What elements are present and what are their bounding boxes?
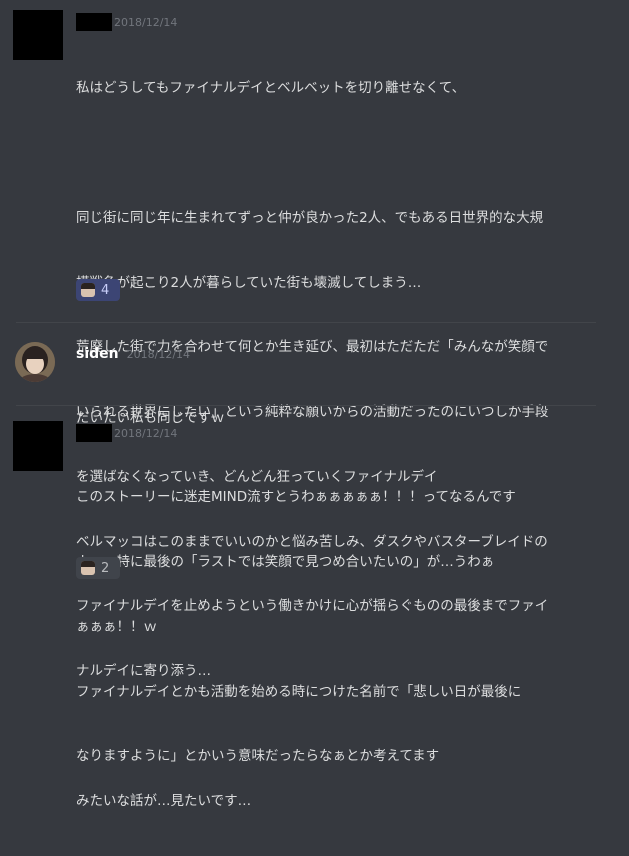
character-emoji-icon [81,561,95,575]
message-line [76,143,596,165]
timestamp: 2018/12/14 [126,347,191,361]
avatar[interactable] [15,342,55,382]
username[interactable]: siden [76,346,119,362]
message-line: 模戦争が起こり2人が暮らしていた街も壊滅してしまう… [76,274,422,291]
message-header: 2018/12/14 [76,12,177,32]
message-line: 私はどうしてもファイナルデイとベルベットを切り離せなくて、 [76,80,466,97]
username-redacted[interactable] [76,13,112,31]
timestamp: 2018/12/14 [114,15,178,29]
message-line: このストーリーに迷走MIND流すとうわぁぁぁぁぁ！！！ってなるんです [76,489,516,506]
message-header: siden 2018/12/14 [76,344,190,364]
avatar[interactable] [13,421,63,471]
message-header: 2018/12/14 [76,423,177,443]
avatar-image-icon [15,342,55,382]
message-text: このストーリーに迷走MIND流すとうわぁぁぁぁぁ！！！ってなるんです よ……特に… [76,444,596,811]
message-line: ファイナルデイとかも活動を始める時につけた名前で「悲しい日が最後に [76,683,522,700]
avatar[interactable] [13,10,63,60]
reaction-button[interactable]: 2 [76,557,120,579]
reaction-button[interactable]: 4 [76,279,120,301]
message-divider [16,322,596,323]
message-line: なりますように」とかいう意味だったらなぁとか考えてます [76,748,440,765]
message-divider [16,405,596,406]
character-emoji-icon [81,283,95,297]
reaction-count: 2 [101,560,110,576]
username-redacted[interactable] [76,424,112,442]
message-line: ぁぁぁ！！ｗ [76,618,157,635]
message-line: 同じ街に同じ年に生まれてずっと仲が良かった2人、でもある日世界的な大規 [76,209,544,226]
reaction-count: 4 [101,282,110,298]
message-line: よ……特に最後の「ラストでは笑顔で見つめ合いたいの」が…うわぁ [76,553,495,570]
timestamp: 2018/12/14 [114,426,178,440]
